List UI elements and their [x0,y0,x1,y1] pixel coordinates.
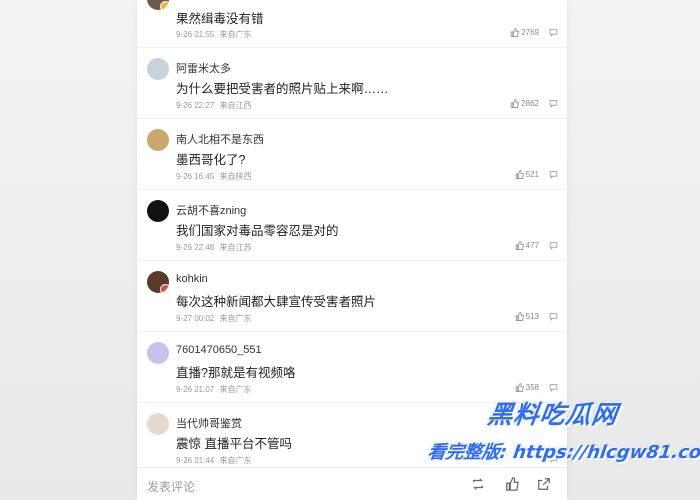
thumbs-up-icon[interactable] [505,477,519,491]
comment-text: 我们国家对毒品零容忍是对的 [176,224,339,238]
thumbs-up-icon [510,99,520,108]
avatar[interactable] [147,129,169,151]
comment-text: 每次这种新闻都大肆宣传受害者照片 [176,295,377,309]
like-button[interactable]: 2769 [510,28,539,37]
like-button[interactable]: 2862 [510,99,539,108]
comment-text: 为什么要把受害者的照片贴上来啊…… [176,82,389,96]
like-button[interactable]: 477 [515,241,539,250]
comment-time: 9-26 21:07 [176,385,215,394]
thumbs-up-icon [515,312,524,321]
repost-icon[interactable] [471,477,485,491]
comment-input-bar: 发表评论 [137,467,567,500]
reply-icon[interactable] [549,241,558,250]
comment-meta: 9-26 21:55 来自广东 [176,29,255,40]
comment-text: 震惊 直播平台不管吗 [176,437,292,451]
comment-time: 9-26 21:44 [176,456,215,465]
avatar[interactable] [147,200,169,222]
comment-item: 南人北相不是东西 墨西哥化了? 9-26 16:45 来自陕西 521 [137,119,567,190]
thumbs-up-icon [515,170,524,179]
comment-username[interactable]: 当代帅哥鉴赏 [176,415,242,431]
comment-time: 9-26 16:45 [176,172,215,181]
comment-meta: 9-26 22:27 来自江西 [176,100,255,111]
watermark-url: 看完整版: https://hlcgw81.com [426,442,700,463]
comment-username[interactable]: kohkin [176,273,208,285]
comment-meta: 9-26 16:45 来自陕西 [176,171,255,182]
comment-item: 阿雷米太多 为什么要把受害者的照片贴上来啊…… 9-26 22:27 来自江西 … [137,48,567,119]
comment-text: 果然缉毒没有错 [176,12,264,26]
reply-icon[interactable] [549,312,558,321]
comment-input[interactable]: 发表评论 [147,478,195,495]
avatar[interactable] [147,342,169,364]
watermark-title: 黑料吃瓜网 [485,400,620,429]
comment-location: 来自江西 [219,101,252,110]
verified-badge-icon [160,284,169,293]
comment-text: 直播?那就是有视频咯 [176,366,296,380]
share-icon[interactable] [537,477,551,491]
comment-meta: 9-26 21:07 来自广东 [176,384,255,395]
comment-location: 来自陕西 [219,172,252,181]
comment-item: 果然缉毒没有错 9-26 21:55 来自广东 2769 [137,0,567,48]
comment-time: 9-26 22:48 [176,243,215,252]
comment-text: 墨西哥化了? [176,153,246,167]
comment-item: 云胡不喜zning 我们国家对毒品零容忍是对的 9-26 22:48 来自江苏 … [137,190,567,261]
thumbs-up-icon [515,241,524,250]
thumbs-up-icon [510,28,520,37]
avatar[interactable] [147,413,169,435]
comment-time: 9-27 00:02 [176,314,215,323]
like-count: 513 [525,312,539,321]
like-count: 358 [525,383,539,392]
comment-location: 来自广东 [219,314,252,323]
like-button[interactable]: 358 [515,383,539,392]
comment-location: 来自广东 [219,456,252,465]
reply-icon[interactable] [549,170,558,179]
comment-username[interactable]: 云胡不喜zning [176,202,246,218]
page-background: 果然缉毒没有错 9-26 21:55 来自广东 2769 阿雷米太多 为什么要把… [0,0,700,500]
thumbs-up-icon [515,383,524,392]
comment-time: 9-26 21:55 [176,30,215,39]
like-count: 521 [525,170,539,179]
comment-meta: 9-26 22:48 来自江苏 [176,242,255,253]
comment-item: kohkin 每次这种新闻都大肆宣传受害者照片 9-27 00:02 来自广东 … [137,261,567,332]
verified-badge-icon [160,1,169,10]
like-count: 477 [525,241,539,250]
like-button[interactable]: 513 [515,312,539,321]
comment-location: 来自广东 [219,30,252,39]
comment-username[interactable]: 7601470650_551 [176,344,262,356]
comment-meta: 9-27 00:02 来自广东 [176,313,255,324]
like-count: 2862 [521,99,539,108]
reply-icon[interactable] [549,28,558,37]
avatar[interactable] [147,0,169,10]
avatar[interactable] [147,271,169,293]
like-button[interactable]: 521 [515,170,539,179]
comment-location: 来自广东 [219,385,252,394]
like-count: 2769 [521,28,539,37]
comment-username[interactable]: 阿雷米太多 [176,60,231,76]
reply-icon[interactable] [549,383,558,392]
comment-username[interactable]: 南人北相不是东西 [176,131,264,147]
comment-location: 来自江苏 [219,243,252,252]
comment-item: 7601470650_551 直播?那就是有视频咯 9-26 21:07 来自广… [137,332,567,403]
comment-time: 9-26 22:27 [176,101,215,110]
avatar[interactable] [147,58,169,80]
comment-meta: 9-26 21:44 来自广东 [176,455,255,466]
reply-icon[interactable] [549,99,558,108]
